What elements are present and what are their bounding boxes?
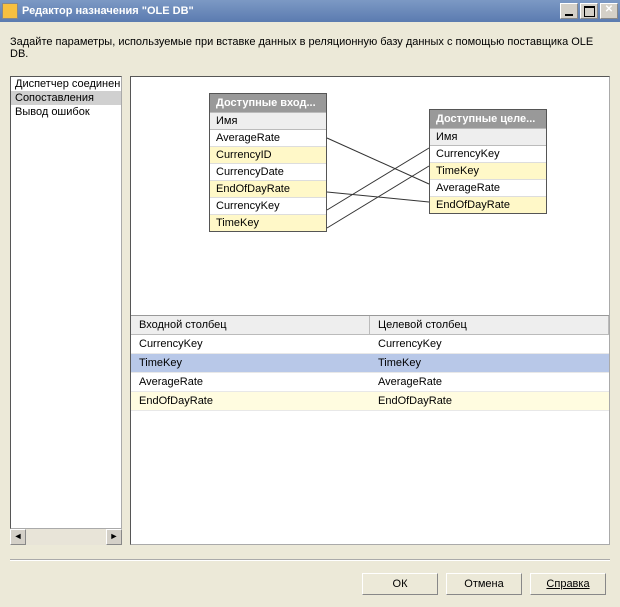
input-col-row[interactable]: CurrencyDate [210,164,326,181]
ok-button[interactable]: ОК [362,573,438,595]
dest-col-row[interactable]: AverageRate [430,180,546,197]
dest-col-row[interactable]: TimeKey [430,163,546,180]
grid-header-target[interactable]: Целевой столбец [370,316,609,335]
cancel-button[interactable]: Отмена [446,573,522,595]
dest-columns-box[interactable]: Доступные целе... Имя CurrencyKeyTimeKey… [429,109,547,214]
dest-box-title: Доступные целе... [430,110,546,128]
sidebar: Диспетчер соединений Сопоставления Вывод… [10,76,122,529]
description-text: Задайте параметры, используемые при вста… [10,36,610,60]
minimize-button[interactable] [560,3,578,19]
sidebar-item-errors[interactable]: Вывод ошибок [11,105,121,119]
grid-cell-input[interactable]: EndOfDayRate [131,392,370,411]
grid-cell-input[interactable]: AverageRate [131,373,370,392]
grid-cell-target[interactable]: TimeKey [370,354,609,373]
grid-row[interactable]: CurrencyKeyCurrencyKey [131,335,609,354]
help-button[interactable]: Справка [530,573,606,595]
input-box-title: Доступные вход... [210,94,326,112]
grid-row[interactable]: TimeKeyTimeKey [131,354,609,373]
window-buttons: ✕ [560,3,618,19]
scroll-left-button[interactable]: ◄ [10,529,26,545]
sidebar-hscroll[interactable]: ◄ ► [10,529,122,545]
dest-col-row[interactable]: EndOfDayRate [430,197,546,213]
input-columns-box[interactable]: Доступные вход... Имя AverageRateCurrenc… [209,93,327,232]
grid-header: Входной столбец Целевой столбец [131,316,609,335]
input-col-row[interactable]: CurrencyKey [210,198,326,215]
grid-row[interactable]: AverageRateAverageRate [131,373,609,392]
grid-cell-target[interactable]: CurrencyKey [370,335,609,354]
mapping-diagram: Доступные вход... Имя AverageRateCurrenc… [131,77,609,315]
help-button-text: Справка [546,578,589,590]
sidebar-item-connection[interactable]: Диспетчер соединений [11,77,121,91]
input-col-row[interactable]: EndOfDayRate [210,181,326,198]
footer-separator [10,559,610,561]
titlebar[interactable]: Редактор назначения "OLE DB" ✕ [0,0,620,22]
window-title: Редактор назначения "OLE DB" [22,5,560,17]
input-col-row[interactable]: TimeKey [210,215,326,231]
close-button[interactable]: ✕ [600,3,618,19]
mapping-grid: Входной столбец Целевой столбец Currency… [131,315,609,411]
input-col-row[interactable]: CurrencyID [210,147,326,164]
grid-header-input[interactable]: Входной столбец [131,316,370,335]
input-col-row[interactable]: AverageRate [210,130,326,147]
grid-cell-target[interactable]: AverageRate [370,373,609,392]
grid-cell-input[interactable]: CurrencyKey [131,335,370,354]
app-icon [2,3,18,19]
content-panel: Доступные вход... Имя AverageRateCurrenc… [130,76,610,545]
dest-col-row[interactable]: CurrencyKey [430,146,546,163]
dialog-buttons: ОК Отмена Справка [362,573,606,595]
dest-box-subhead: Имя [430,128,546,146]
scroll-right-button[interactable]: ► [106,529,122,545]
input-box-subhead: Имя [210,112,326,130]
grid-row[interactable]: EndOfDayRateEndOfDayRate [131,392,609,411]
sidebar-item-mappings[interactable]: Сопоставления [11,91,121,105]
grid-cell-input[interactable]: TimeKey [131,354,370,373]
scroll-track[interactable] [26,529,106,545]
grid-cell-target[interactable]: EndOfDayRate [370,392,609,411]
maximize-button[interactable] [580,3,598,19]
